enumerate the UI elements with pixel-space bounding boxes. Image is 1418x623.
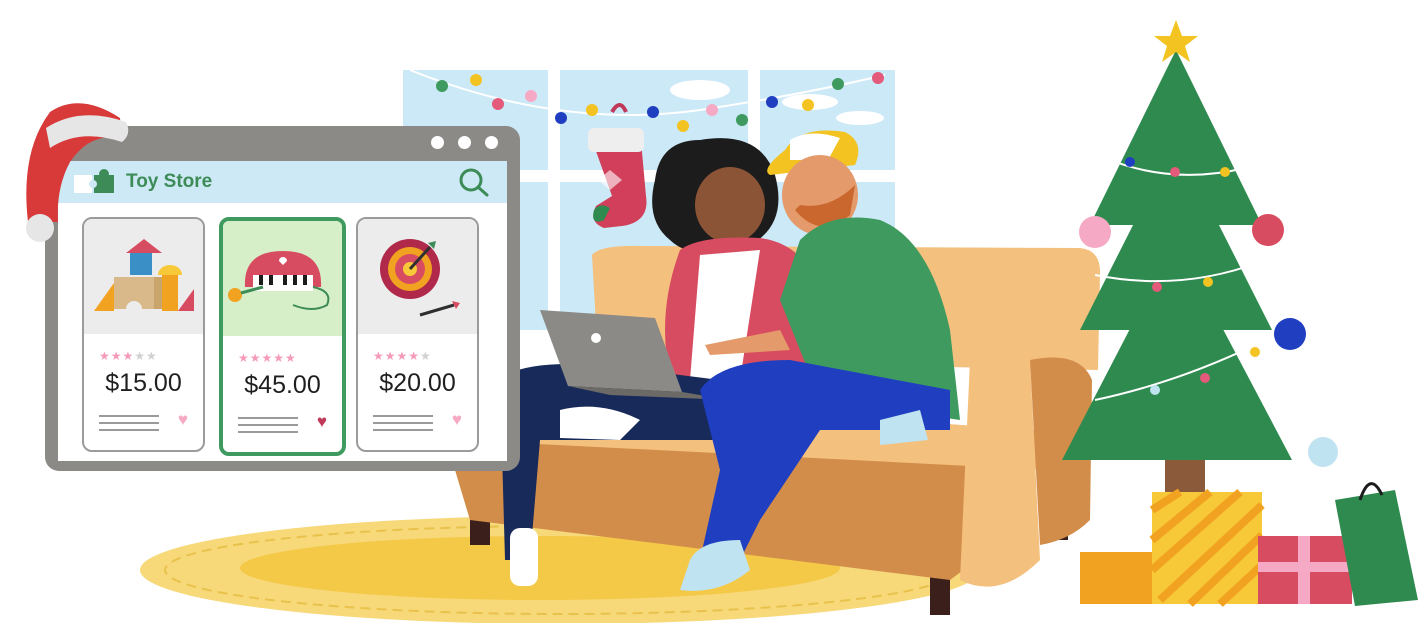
window-controls bbox=[431, 136, 498, 149]
search-icon[interactable] bbox=[457, 166, 491, 198]
product-image bbox=[223, 221, 342, 336]
product-card-dartboard[interactable]: ★★★★★ $20.00 ♥ bbox=[356, 217, 479, 452]
window-dot-2[interactable] bbox=[458, 136, 471, 149]
product-price: $20.00 bbox=[379, 369, 456, 397]
favorite-heart-icon[interactable]: ♥ bbox=[452, 411, 462, 428]
product-card-keyboard[interactable]: ★★★★★ $45.00 ♥ bbox=[219, 217, 346, 456]
dartboard-icon bbox=[380, 239, 460, 317]
rating-stars: ★★★★★ bbox=[238, 351, 297, 365]
favorite-heart-icon[interactable]: ♥ bbox=[317, 413, 327, 430]
window-dot-1[interactable] bbox=[431, 136, 444, 149]
christmas-tree bbox=[1062, 20, 1338, 500]
favorite-heart-icon[interactable]: ♥ bbox=[178, 411, 188, 428]
product-grid: ★★★★★ $15.00 ♥ ★★★★★ $45.00 ♥ ★★★★★ $20.… bbox=[82, 217, 482, 456]
presents bbox=[1080, 482, 1418, 607]
product-card-blocks[interactable]: ★★★★★ $15.00 ♥ bbox=[82, 217, 205, 452]
product-price: $15.00 bbox=[105, 369, 182, 397]
description-lines bbox=[238, 417, 298, 438]
store-title[interactable]: Toy Store bbox=[126, 170, 212, 194]
product-image bbox=[358, 219, 477, 334]
santa-hat-icon bbox=[26, 103, 129, 242]
rating-stars: ★★★★★ bbox=[373, 349, 432, 363]
product-price: $45.00 bbox=[244, 371, 321, 399]
description-lines bbox=[99, 415, 159, 436]
toy-keyboard-icon bbox=[228, 251, 330, 310]
rating-stars: ★★★★★ bbox=[99, 349, 158, 363]
description-lines bbox=[373, 415, 433, 436]
window-dot-3[interactable] bbox=[485, 136, 498, 149]
